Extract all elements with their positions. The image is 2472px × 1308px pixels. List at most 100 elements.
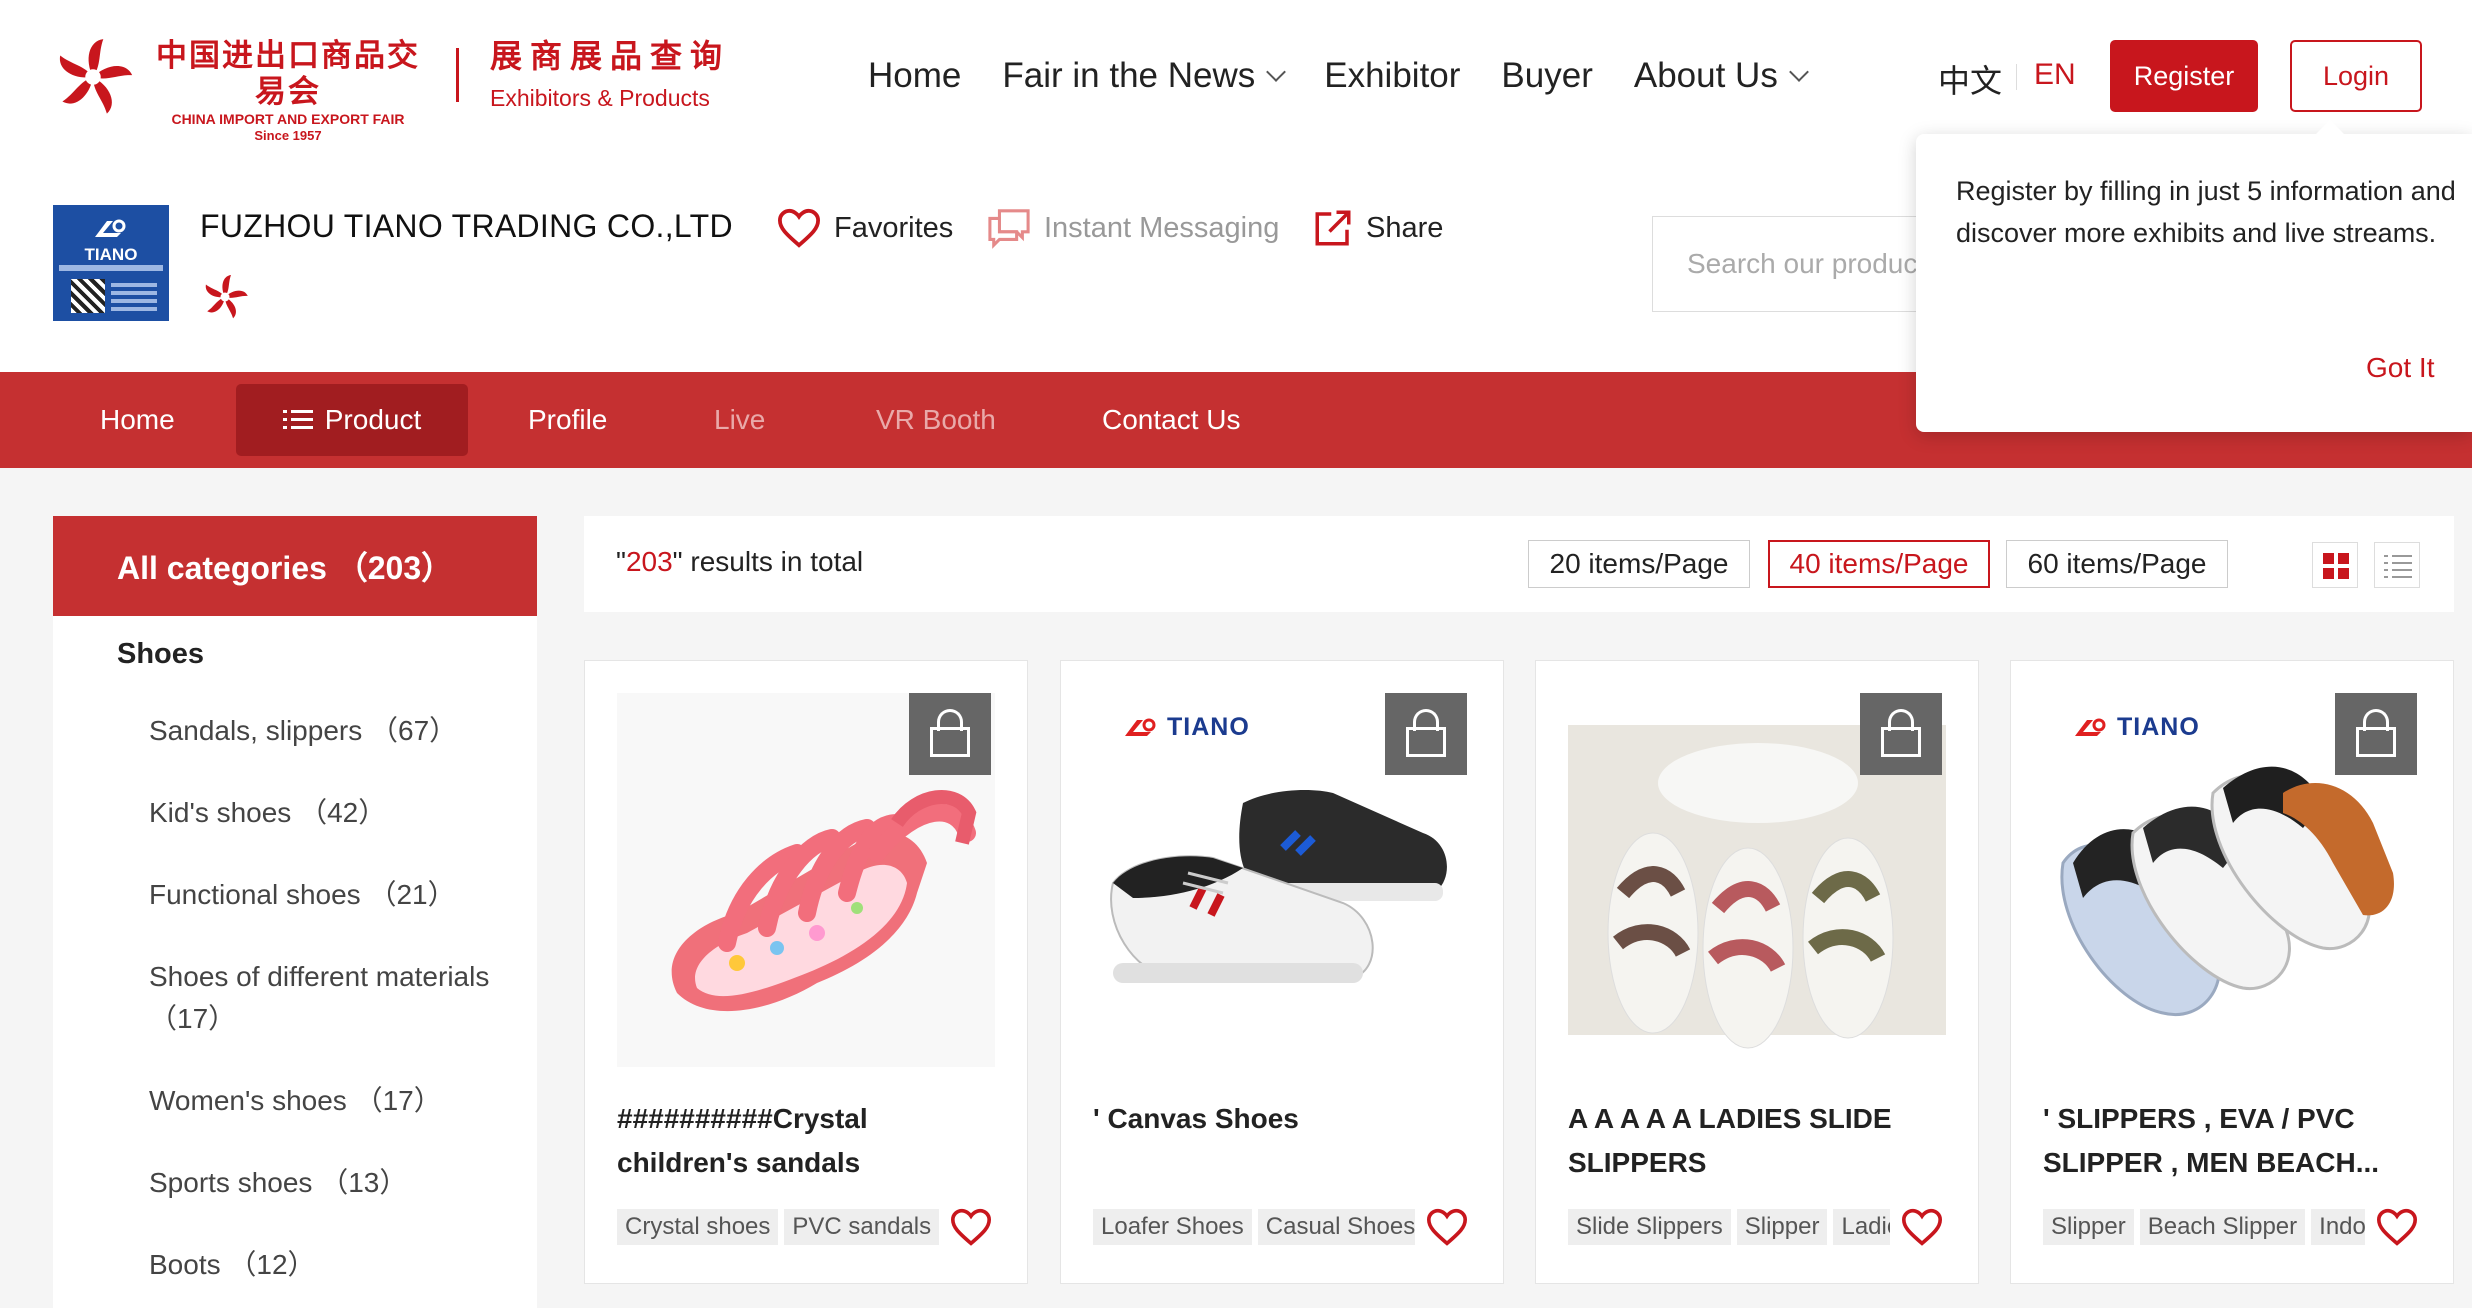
product-card[interactable]: A A A A A LADIES SLIDE SLIPPERS Slide Sl…: [1535, 660, 1979, 1284]
logo-en: CHINA IMPORT AND EXPORT FAIR: [171, 111, 405, 127]
subcategory-sandals-slippers[interactable]: Sandals, slippers （67）: [149, 710, 457, 752]
qr-code-icon: [71, 279, 105, 313]
subcategory-different-materials[interactable]: Shoes of different materials （17）: [149, 956, 509, 1040]
lock-icon[interactable]: [1860, 693, 1942, 775]
heart-icon: [777, 208, 821, 248]
im-label: Instant Messaging: [1044, 211, 1280, 244]
page-size-20[interactable]: 20 items/Page: [1528, 540, 1750, 588]
store-tab-live[interactable]: Live: [714, 372, 765, 468]
site-subtitle: 展商展品查询 Exhibitors & Products: [490, 36, 730, 112]
nav-home[interactable]: Home: [868, 52, 961, 100]
product-title[interactable]: A A A A A LADIES SLIDE SLIPPERS: [1568, 1097, 1950, 1185]
product-tag[interactable]: Loafer Shoes: [1093, 1209, 1252, 1245]
store-tab-product[interactable]: Product: [236, 384, 468, 456]
lang-english[interactable]: EN: [2034, 58, 2076, 92]
share-label: Share: [1366, 211, 1444, 244]
product-tags: SlipperBeach SlipperIndoor: [2043, 1209, 2365, 1247]
results-toolbar: "203" results in total 20 items/Page 40 …: [584, 516, 2454, 612]
store-tab-home[interactable]: Home: [100, 372, 175, 468]
chevron-down-icon: [1788, 62, 1809, 82]
nav-buyer-label: Buyer: [1501, 56, 1593, 95]
product-tag[interactable]: Ladies: [1833, 1209, 1890, 1245]
logo-since: Since 1957: [254, 128, 322, 143]
company-logo[interactable]: TIANO: [53, 205, 169, 321]
nav-news-label: Fair in the News: [1002, 56, 1256, 95]
product-card[interactable]: TIANO ' SLIPPERS , EVA / PVC SLIPPER , M…: [2010, 660, 2454, 1284]
favorites-button[interactable]: Favorites: [776, 207, 953, 249]
list-view-icon: [2384, 555, 2412, 578]
list-icon: [282, 408, 313, 432]
product-tag[interactable]: Slipper: [1736, 1209, 1828, 1245]
favorite-heart-icon[interactable]: [949, 1207, 993, 1247]
category-sidebar: All categories （203） Shoes Sandals, slip…: [53, 516, 537, 1308]
instant-messaging-button[interactable]: Instant Messaging: [986, 207, 1279, 249]
subtitle-en: Exhibitors & Products: [490, 85, 710, 111]
store-tab-vr-booth[interactable]: VR Booth: [876, 372, 996, 468]
subtitle-cn: 展商展品查询: [490, 37, 731, 75]
nav-buyer[interactable]: Buyer: [1501, 52, 1592, 100]
share-button[interactable]: Share: [1312, 207, 1443, 249]
register-button[interactable]: Register: [2110, 40, 2258, 112]
product-tag[interactable]: Slide Slippers: [1568, 1209, 1731, 1245]
product-card[interactable]: ##########Crystal children's sandals Cry…: [584, 660, 1028, 1284]
brand-name: TIANO: [2117, 713, 2200, 741]
subcategory-sports-shoes[interactable]: Sports shoes （13）: [149, 1162, 407, 1204]
product-tag[interactable]: Slipper: [2043, 1209, 2134, 1245]
product-tag[interactable]: PVC sandals: [784, 1209, 939, 1245]
chevron-down-icon: [1266, 62, 1287, 82]
nav-home-label: Home: [868, 56, 962, 95]
product-title[interactable]: ' SLIPPERS , EVA / PVC SLIPPER , MEN BEA…: [2043, 1097, 2425, 1185]
lock-icon[interactable]: [1385, 693, 1467, 775]
subcategory-womens-shoes[interactable]: Women's shoes （17）: [149, 1080, 442, 1122]
subcategory-kids-shoes[interactable]: Kid's shoes （42）: [149, 792, 386, 834]
list-view-button[interactable]: [2374, 542, 2420, 588]
category-shoes[interactable]: Shoes: [117, 638, 204, 671]
results-suffix: " results in total: [672, 546, 864, 577]
favorite-heart-icon[interactable]: [1425, 1207, 1469, 1247]
nav-exhibitor-label: Exhibitor: [1324, 56, 1461, 95]
got-it-button[interactable]: Got It: [2366, 352, 2436, 384]
page-size-40[interactable]: 40 items/Page: [1768, 540, 1990, 588]
product-title[interactable]: ' Canvas Shoes: [1093, 1097, 1475, 1141]
company-logo-text: TIANO: [84, 245, 138, 264]
logo-divider: [456, 48, 459, 102]
page-size-60[interactable]: 60 items/Page: [2006, 540, 2228, 588]
nav-about-label: About Us: [1633, 56, 1778, 95]
product-card[interactable]: TIANO ' Canvas Shoes Loafer Shoes Casual …: [1060, 660, 1504, 1284]
grid-icon: [2323, 553, 2349, 579]
all-categories-header[interactable]: All categories （203）: [53, 516, 537, 616]
chat-icon: [988, 209, 1030, 249]
company-name: FUZHOU TIANO TRADING CO.,LTD: [200, 208, 733, 244]
subcategory-boots[interactable]: Boots （12）: [149, 1244, 316, 1286]
canton-fair-logo-icon[interactable]: [50, 34, 136, 120]
tiano-brand-logo: TIANO: [1121, 713, 1250, 742]
product-tag[interactable]: Beach Slipper: [2139, 1209, 2306, 1245]
store-tab-product-label: Product: [324, 404, 422, 435]
register-tooltip-popup: Register by filling in just 5 informatio…: [1916, 120, 2472, 432]
login-button[interactable]: Login: [2290, 40, 2422, 112]
favorite-heart-icon[interactable]: [1900, 1207, 1944, 1247]
results-count: "203" results in total: [616, 546, 863, 578]
store-tab-contact-us[interactable]: Contact Us: [1102, 372, 1241, 468]
canton-fair-badge-icon: [205, 275, 248, 319]
product-tag[interactable]: Crystal shoes: [617, 1209, 779, 1245]
logo-subtext: [59, 265, 163, 271]
product-title[interactable]: ##########Crystal children's sandals: [617, 1097, 999, 1185]
share-icon: [1315, 210, 1351, 246]
tiano-logo-icon: [2075, 718, 2106, 736]
product-tag[interactable]: Casual Shoes: [1257, 1209, 1415, 1245]
nav-exhibitor[interactable]: Exhibitor: [1324, 52, 1460, 100]
store-tab-profile[interactable]: Profile: [528, 372, 607, 468]
favorite-heart-icon[interactable]: [2375, 1207, 2419, 1247]
product-tags: Loafer Shoes Casual Shoes: [1093, 1209, 1415, 1247]
nav-about-us[interactable]: About Us: [1633, 52, 1809, 100]
lang-chinese[interactable]: 中文: [1938, 56, 2002, 102]
product-tag[interactable]: Indoor: [2311, 1209, 2365, 1245]
tiano-brand-logo: TIANO: [2071, 713, 2200, 742]
lock-icon[interactable]: [909, 693, 991, 775]
nav-fair-in-the-news[interactable]: Fair in the News: [1002, 52, 1287, 100]
grid-view-button[interactable]: [2312, 542, 2358, 588]
lock-icon[interactable]: [2335, 693, 2417, 775]
subcategory-functional-shoes[interactable]: Functional shoes （21）: [149, 874, 456, 916]
popup-text: Register by filling in just 5 informatio…: [1956, 176, 2456, 248]
